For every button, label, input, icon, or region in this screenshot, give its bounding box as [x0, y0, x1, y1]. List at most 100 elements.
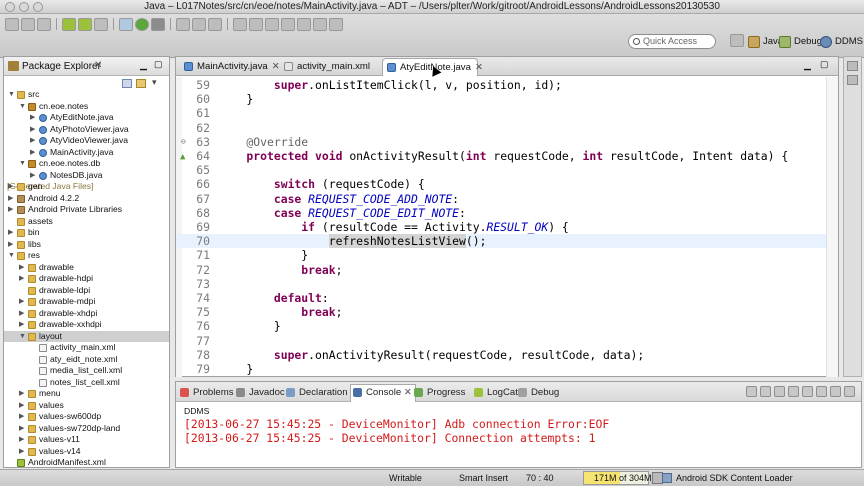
- chevron-right-icon[interactable]: ▶: [19, 262, 27, 274]
- tree-item[interactable]: ▼ layout: [4, 330, 169, 343]
- code-view[interactable]: 59 super.onListItemClick(l, v, position,…: [176, 77, 838, 377]
- run-icon[interactable]: [135, 17, 149, 31]
- bottom-tab[interactable]: Problems: [180, 385, 234, 400]
- chevron-right-icon[interactable]: ▶: [30, 112, 38, 124]
- fold-icon[interactable]: ⊖: [181, 135, 186, 149]
- chevron-right-icon[interactable]: ▶: [30, 135, 38, 147]
- collapse-all-icon[interactable]: [122, 79, 132, 88]
- editor-tab[interactable]: MainActivity.java ✕: [180, 58, 280, 76]
- code-line[interactable]: 62: [176, 121, 838, 135]
- chevron-right-icon[interactable]: ▶: [8, 239, 16, 251]
- chevron-right-icon[interactable]: ▶: [30, 124, 38, 136]
- chevron-right-icon[interactable]: ▶: [19, 319, 27, 331]
- tree-item[interactable]: drawable-ldpi: [4, 285, 169, 297]
- tree-item[interactable]: ▶ values-v11: [4, 434, 169, 446]
- tree-item[interactable]: ▶ values: [4, 400, 169, 412]
- tree-item[interactable]: ▶ drawable-xxhdpi: [4, 319, 169, 331]
- back-icon[interactable]: [313, 17, 327, 31]
- tree-item[interactable]: ▼ cn.eoe.notes.db: [4, 158, 169, 170]
- tree-item[interactable]: ▶ values-v14: [4, 446, 169, 458]
- code-line[interactable]: 72 break;: [176, 263, 838, 277]
- open-perspective-icon[interactable]: [730, 34, 744, 47]
- print-icon[interactable]: [37, 17, 51, 31]
- next-annotation-icon[interactable]: [265, 17, 279, 31]
- code-line[interactable]: 71 }: [176, 248, 838, 262]
- chevron-right-icon[interactable]: ▶: [19, 273, 27, 285]
- chevron-right-icon[interactable]: ▶: [8, 227, 16, 239]
- tree-item[interactable]: aty_eidt_note.xml: [4, 354, 169, 366]
- chevron-right-icon[interactable]: ▶: [19, 423, 27, 435]
- outline-view-icon[interactable]: [847, 61, 858, 71]
- pin-console-icon[interactable]: [788, 386, 799, 397]
- tree-item[interactable]: ▶ Android 4.2.2: [4, 193, 169, 205]
- chevron-right-icon[interactable]: ▶: [8, 181, 16, 193]
- display-console-icon[interactable]: [802, 386, 813, 397]
- tree-item[interactable]: ▼ src: [4, 89, 169, 101]
- clear-console-icon[interactable]: [746, 386, 757, 397]
- tree-item[interactable]: ▶ Android Private Libraries: [4, 204, 169, 216]
- chevron-right-icon[interactable]: ▶: [8, 204, 16, 216]
- code-line[interactable]: 78 super.onActivityResult(requestCode, r…: [176, 348, 838, 362]
- code-line[interactable]: 73: [176, 277, 838, 291]
- tree-item[interactable]: media_list_cell.xml: [4, 365, 169, 377]
- bottom-tab[interactable]: Declaration: [286, 385, 348, 400]
- close-icon[interactable]: ✕: [401, 387, 412, 398]
- tree-item[interactable]: AndroidManifest.xml: [4, 457, 169, 469]
- code-line[interactable]: 75 break;: [176, 305, 838, 319]
- chevron-down-icon[interactable]: ▼: [8, 89, 16, 101]
- code-line[interactable]: 65: [176, 163, 838, 177]
- editor-tab[interactable]: activity_main.xml: [280, 58, 380, 76]
- close-icon[interactable]: ✕: [272, 61, 280, 72]
- code-line[interactable]: 76 }: [176, 319, 838, 333]
- tree-item[interactable]: ▶ drawable-xhdpi: [4, 308, 169, 320]
- task-list-view-icon[interactable]: [847, 75, 858, 85]
- tree-item[interactable]: ▶ menu: [4, 388, 169, 400]
- chevron-down-icon[interactable]: ▼: [8, 250, 16, 262]
- chevron-right-icon[interactable]: ▶: [30, 147, 38, 159]
- android-avd-manager-icon[interactable]: [78, 17, 92, 31]
- last-edit-location-icon[interactable]: [297, 17, 311, 31]
- minimize-editor-icon[interactable]: ▁: [804, 60, 811, 71]
- minimize-view-icon[interactable]: ▁: [140, 60, 147, 71]
- chevron-right-icon[interactable]: ▶: [19, 308, 27, 320]
- tree-item[interactable]: activity_main.xml: [4, 342, 169, 354]
- scroll-lock-icon[interactable]: [760, 386, 771, 397]
- code-line[interactable]: 68 case REQUEST_CODE_EDIT_NOTE:: [176, 206, 838, 220]
- link-with-editor-icon[interactable]: [136, 79, 146, 88]
- tree-item[interactable]: ▶ AtyPhotoViewer.java: [4, 124, 169, 136]
- chevron-right-icon[interactable]: ▶: [19, 411, 27, 423]
- new-class-icon[interactable]: [208, 17, 222, 31]
- tree-item[interactable]: notes_list_cell.xml: [4, 377, 169, 389]
- word-wrap-icon[interactable]: [774, 386, 785, 397]
- code-line[interactable]: 69 if (resultCode == Activity.RESULT_OK)…: [176, 220, 838, 234]
- maximize-editor-icon[interactable]: ▢: [820, 59, 829, 70]
- override-marker-icon[interactable]: ▲: [180, 150, 185, 164]
- tree-item[interactable]: ▶ AtyEditNote.java: [4, 112, 169, 124]
- save-icon[interactable]: [21, 17, 35, 31]
- bottom-tab[interactable]: LogCat: [474, 385, 518, 400]
- tree-item[interactable]: ▶ gen [Generated Java Files]: [4, 181, 169, 193]
- perspective-debug[interactable]: Debug: [779, 33, 822, 50]
- tree-item[interactable]: assets: [4, 216, 169, 228]
- quick-access-input[interactable]: Quick Access: [628, 34, 716, 49]
- close-icon[interactable]: ✕: [475, 62, 483, 73]
- chevron-right-icon[interactable]: ▶: [19, 296, 27, 308]
- code-line[interactable]: 67 case REQUEST_CODE_ADD_NOTE:: [176, 192, 838, 206]
- chevron-right-icon[interactable]: ▶: [19, 446, 27, 458]
- code-line[interactable]: 79 }: [176, 362, 838, 376]
- bottom-tab[interactable]: Javadoc: [236, 385, 285, 400]
- code-line[interactable]: 66 switch (requestCode) {: [176, 177, 838, 191]
- chevron-down-icon[interactable]: ▼: [19, 331, 27, 343]
- tree-item[interactable]: ▶ NotesDB.java: [4, 170, 169, 182]
- open-console-icon[interactable]: [816, 386, 827, 397]
- minimize-view-icon[interactable]: [830, 386, 841, 397]
- debug-run-icon[interactable]: [119, 17, 133, 31]
- tree-item[interactable]: ▶ drawable-mdpi: [4, 296, 169, 308]
- new-java-project-icon[interactable]: [176, 17, 190, 31]
- tree-item[interactable]: ▶ drawable: [4, 262, 169, 274]
- view-menu-icon[interactable]: ▾: [152, 77, 157, 88]
- external-tools-icon[interactable]: [151, 17, 165, 31]
- code-line[interactable]: 77: [176, 334, 838, 348]
- tree-item[interactable]: ▶ MainActivity.java: [4, 147, 169, 159]
- code-line[interactable]: 64 ▲ protected void onActivityResult(int …: [176, 149, 838, 163]
